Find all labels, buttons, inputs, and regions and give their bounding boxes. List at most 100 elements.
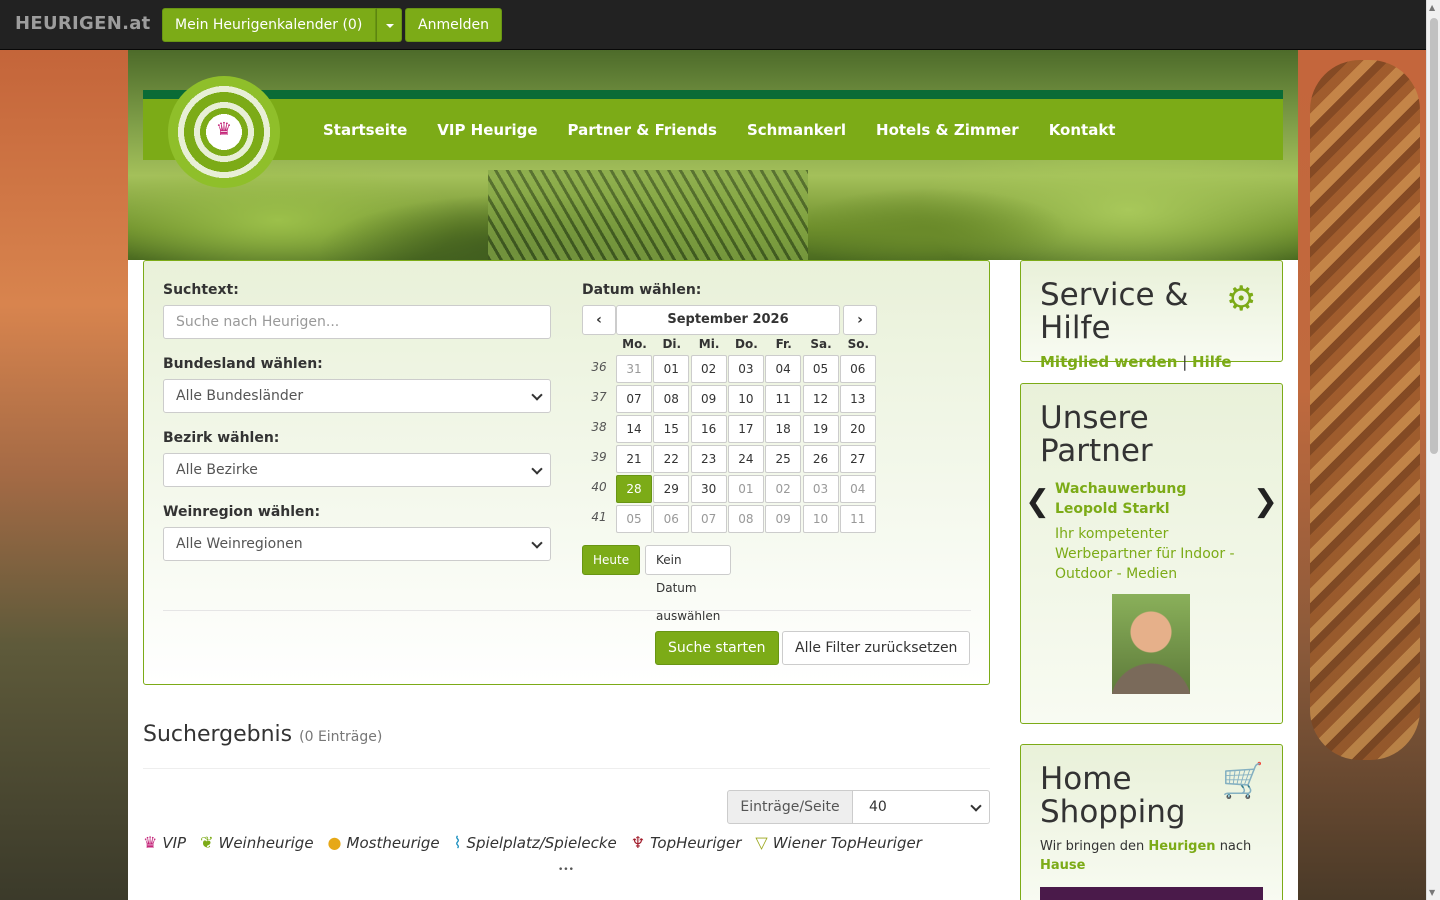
calendar-day[interactable]: 19 (802, 415, 839, 443)
search-input[interactable]: Suche nach Heurigen... (163, 305, 551, 339)
menu-vip-heurige[interactable]: VIP Heurige (422, 121, 552, 139)
scroll-up-icon[interactable]: ▲ (1429, 3, 1435, 12)
shop-heurigen-link[interactable]: Heurigen (1148, 839, 1215, 854)
calendar-dropdown-toggle[interactable] (376, 8, 402, 42)
calendar-day[interactable]: 05 (802, 355, 839, 383)
state-label: Bundesland wählen: (163, 356, 323, 372)
calendar-day[interactable]: 18 (765, 415, 802, 443)
calendar-day[interactable]: 29 (653, 475, 690, 503)
site-logo[interactable]: ♛ (168, 76, 280, 188)
carousel-next-icon[interactable]: ❯ (1253, 484, 1278, 519)
calendar-day[interactable]: 06 (839, 355, 876, 383)
calendar-day[interactable]: 08 (727, 505, 764, 533)
shop-hause-link[interactable]: Hause (1040, 858, 1085, 873)
brand-logo[interactable]: HEURIGEN.at (15, 13, 151, 34)
shop-title: Home Shopping (1040, 761, 1186, 830)
calendar-day[interactable]: 01 (653, 355, 690, 383)
weekday-header: Di. (662, 337, 682, 351)
slide-icon: ⌇ (453, 833, 462, 852)
login-button[interactable]: Anmelden (405, 8, 502, 42)
today-button[interactable]: Heute (582, 545, 641, 575)
scrollbar-thumb[interactable] (1430, 18, 1438, 454)
pear-icon: ● (327, 833, 342, 852)
partner-avatar[interactable] (1112, 594, 1190, 694)
weekday-header: Mo. (622, 337, 647, 351)
week-number: 39 (591, 450, 607, 464)
week-number: 40 (591, 480, 607, 494)
calendar-day[interactable]: 20 (839, 415, 876, 443)
reset-filters-button[interactable]: Alle Filter zurücksetzen (782, 631, 971, 665)
membership-link[interactable]: Mitglied werden (1040, 353, 1177, 371)
calendar-day[interactable]: 14 (616, 415, 652, 443)
calendar-day[interactable]: 21 (616, 445, 652, 473)
calendar-day[interactable]: 02 (690, 355, 727, 383)
crown-icon: ♛ (215, 119, 233, 140)
calendar-day[interactable]: 17 (727, 415, 764, 443)
calendar-day[interactable]: 07 (616, 385, 652, 413)
next-month-button[interactable]: › (843, 305, 877, 335)
calendar-day[interactable]: 30 (690, 475, 727, 503)
grapes-icon: ❦ (200, 833, 214, 852)
calendar-day[interactable]: 03 (802, 475, 839, 503)
date-label: Datum wählen: (582, 282, 702, 298)
calendar-day[interactable]: 02 (765, 475, 802, 503)
help-link[interactable]: Hilfe (1192, 353, 1232, 371)
calendar-day[interactable]: 31 (616, 355, 652, 383)
prev-month-button[interactable]: ‹ (582, 305, 616, 335)
calendar-day[interactable]: 07 (690, 505, 727, 533)
calendar-day[interactable]: 12 (802, 385, 839, 413)
legend-label: Wiener TopHeuriger (772, 833, 922, 852)
search-submit-button[interactable]: Suche starten (655, 631, 779, 665)
my-calendar-button[interactable]: Mein Heurigenkalender (0) (162, 8, 376, 42)
calendar-day[interactable]: 27 (839, 445, 876, 473)
weekday-header: Sa. (810, 337, 832, 351)
calendar-day[interactable]: 15 (653, 415, 690, 443)
calendar-day[interactable]: 16 (690, 415, 727, 443)
calendar-day[interactable]: 06 (653, 505, 690, 533)
calendar-day[interactable]: 23 (690, 445, 727, 473)
shop-box: Home Shopping 🛒 Wir bringen den Heurigen… (1020, 744, 1283, 900)
region-select[interactable]: Alle Weinregionen (163, 527, 551, 561)
menu-schmankerl[interactable]: Schmankerl (732, 121, 861, 139)
calendar-day[interactable]: 04 (765, 355, 802, 383)
calendar-day[interactable]: 22 (653, 445, 690, 473)
week-number: 41 (591, 510, 607, 524)
gear-icon: ⚙ (1226, 279, 1257, 319)
scrollbar[interactable]: ▲ ▼ (1426, 0, 1440, 900)
carousel-prev-icon[interactable]: ❮ (1025, 484, 1050, 519)
menu-startseite[interactable]: Startseite (308, 121, 422, 139)
calendar-day[interactable]: 08 (653, 385, 690, 413)
district-label: Bezirk wählen: (163, 430, 280, 446)
calendar-day[interactable]: 09 (690, 385, 727, 413)
legend-item: ⌇ Spielplatz/Spielecke (454, 833, 617, 852)
legend: ♛ VIP ❦ Weinheurige ● Mostheurige ⌇ Spielplatz/… (143, 833, 936, 852)
calendar-day[interactable]: 24 (727, 445, 764, 473)
per-page-select[interactable]: 40 (853, 790, 990, 824)
calendar-day[interactable]: 04 (839, 475, 876, 503)
scroll-down-icon[interactable]: ▼ (1429, 888, 1435, 897)
calendar-day[interactable]: 09 (765, 505, 802, 533)
loading-spinner-icon: ••• (558, 865, 574, 875)
calendar-day[interactable]: 28 (616, 475, 652, 503)
weekday-header: Mi. (698, 337, 720, 351)
no-date-button[interactable]: Kein Datum auswählen (645, 545, 732, 623)
shop-promo-banner[interactable] (1040, 887, 1263, 900)
calendar-day[interactable]: 03 (727, 355, 764, 383)
calendar-day[interactable]: 25 (765, 445, 802, 473)
calendar-day[interactable]: 05 (616, 505, 652, 533)
menu-partner-friends[interactable]: Partner & Friends (553, 121, 732, 139)
district-select[interactable]: Alle Bezirke (163, 453, 551, 487)
calendar-day[interactable]: 11 (839, 505, 876, 533)
calendar-day[interactable]: 01 (727, 475, 764, 503)
calendar-day[interactable]: 10 (802, 505, 839, 533)
calendar-day[interactable]: 11 (765, 385, 802, 413)
calendar-day[interactable]: 26 (802, 445, 839, 473)
calendar-day[interactable]: 10 (727, 385, 764, 413)
search-panel: Suchtext: Suche nach Heurigen... Bundesl… (143, 260, 990, 685)
menu-hotels-zimmer[interactable]: Hotels & Zimmer (861, 121, 1034, 139)
menu-kontakt[interactable]: Kontakt (1034, 121, 1131, 139)
legend-label: VIP (162, 833, 187, 852)
partner-name[interactable]: Wachauwerbung Leopold Starkl (1055, 479, 1245, 519)
state-select[interactable]: Alle Bundesländer (163, 379, 551, 413)
calendar-day[interactable]: 13 (839, 385, 876, 413)
